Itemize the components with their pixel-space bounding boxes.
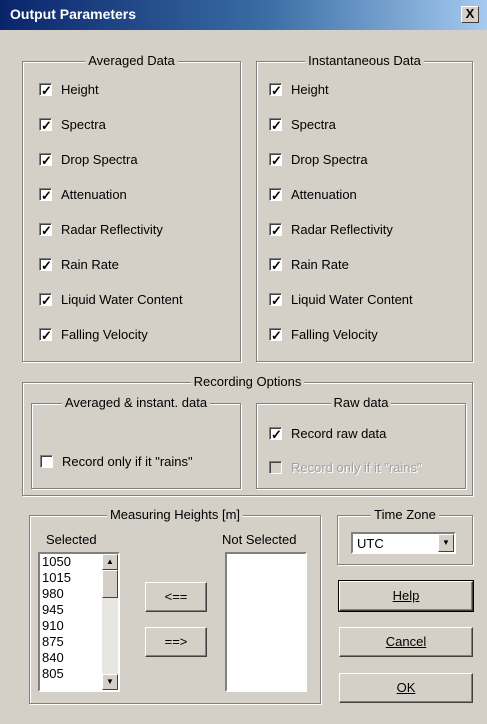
list-scrollbar[interactable]: ▲ ▼ — [102, 554, 118, 690]
cancel-label: Cancel — [385, 634, 427, 649]
help-label: Help — [392, 588, 420, 603]
instantaneous-checkbox-1[interactable]: Spectra — [269, 115, 336, 136]
checkbox-square[interactable] — [269, 256, 282, 276]
checkbox-label: Attenuation — [291, 187, 357, 202]
time-zone-title: Time Zone — [371, 507, 439, 522]
raw-data-title: Raw data — [330, 395, 392, 410]
avg-inst-subgroup: Averaged & instant. data Record only if … — [31, 395, 241, 489]
avg-inst-title: Averaged & instant. data — [61, 395, 211, 410]
checkbox-square[interactable] — [269, 151, 282, 171]
raw-record-only-rains-checkbox: Record only if it "rains" — [269, 458, 422, 478]
recording-options-group: Recording Options Averaged & instant. da… — [22, 374, 473, 496]
checkbox-square[interactable] — [269, 221, 282, 241]
checkbox-square[interactable] — [39, 291, 52, 311]
move-to-selected-button[interactable]: <== — [145, 582, 207, 612]
ok-button[interactable]: OK — [339, 673, 473, 703]
time-zone-select[interactable]: UTC ▼ — [351, 532, 456, 554]
averaged-checkbox-3[interactable]: Attenuation — [39, 185, 127, 206]
checkbox-square[interactable] — [269, 186, 282, 206]
move-to-not-selected-button[interactable]: ==> — [145, 627, 207, 657]
checkbox-square — [269, 461, 282, 474]
checkbox-square[interactable] — [39, 326, 52, 346]
checkbox-label: Falling Velocity — [61, 327, 148, 342]
checkbox-label: Spectra — [61, 117, 106, 132]
measuring-heights-group: Measuring Heights [m] Selected Not Selec… — [29, 507, 321, 704]
close-icon: X — [465, 6, 475, 21]
raw-data-subgroup: Raw data Record raw data Record only if … — [256, 395, 466, 489]
time-zone-group: Time Zone UTC ▼ — [337, 507, 473, 565]
checkbox-square[interactable] — [39, 221, 52, 241]
instantaneous-checkbox-0[interactable]: Height — [269, 80, 329, 101]
not-selected-heights-list[interactable] — [225, 552, 307, 692]
checkbox-square[interactable] — [39, 81, 52, 101]
title-bar: Output Parameters X — [0, 0, 487, 30]
measuring-heights-title: Measuring Heights [m] — [106, 507, 244, 522]
averaged-checkbox-6[interactable]: Liquid Water Content — [39, 290, 183, 311]
checkbox-square[interactable] — [40, 455, 53, 468]
checkbox-label: Radar Reflectivity — [291, 222, 393, 237]
checkbox-label: Falling Velocity — [291, 327, 378, 342]
move-right-label: ==> — [164, 634, 188, 649]
averaged-checkbox-4[interactable]: Radar Reflectivity — [39, 220, 163, 241]
checkbox-label: Attenuation — [61, 187, 127, 202]
scroll-thumb[interactable] — [102, 570, 118, 598]
selected-heights-list[interactable]: 1050 1015 980 945 910 875 840 805 ▲ ▼ — [38, 552, 120, 692]
averaged-data-group: Averaged Data Height Spectra Drop Spectra A… — [22, 53, 241, 362]
checkbox-label: Rain Rate — [61, 257, 119, 272]
checkbox-label: Drop Spectra — [291, 152, 368, 167]
scroll-up-icon[interactable]: ▲ — [102, 554, 118, 570]
checkbox-label: Liquid Water Content — [61, 292, 183, 307]
ok-label: OK — [396, 680, 416, 695]
averaged-data-title: Averaged Data — [85, 53, 178, 68]
selected-label: Selected — [46, 532, 97, 547]
checkbox-square[interactable] — [39, 116, 52, 136]
averaged-checkbox-2[interactable]: Drop Spectra — [39, 150, 138, 171]
checkbox-label: Spectra — [291, 117, 336, 132]
checkbox-square[interactable] — [39, 186, 52, 206]
instantaneous-checkbox-2[interactable]: Drop Spectra — [269, 150, 368, 171]
averaged-checkbox-1[interactable]: Spectra — [39, 115, 106, 136]
cancel-button[interactable]: Cancel — [339, 627, 473, 657]
chevron-down-icon[interactable]: ▼ — [438, 534, 454, 552]
instantaneous-checkbox-5[interactable]: Rain Rate — [269, 255, 349, 276]
instantaneous-checkbox-3[interactable]: Attenuation — [269, 185, 357, 206]
checkbox-label: Liquid Water Content — [291, 292, 413, 307]
record-only-rains-checkbox[interactable]: Record only if it "rains" — [40, 452, 193, 472]
averaged-checkbox-5[interactable]: Rain Rate — [39, 255, 119, 276]
averaged-checkbox-7[interactable]: Falling Velocity — [39, 325, 148, 346]
window-title: Output Parameters — [10, 6, 137, 22]
instantaneous-checkbox-7[interactable]: Falling Velocity — [269, 325, 378, 346]
checkbox-label: Radar Reflectivity — [61, 222, 163, 237]
instantaneous-checkbox-6[interactable]: Liquid Water Content — [269, 290, 413, 311]
time-zone-value: UTC — [357, 536, 384, 551]
close-button[interactable]: X — [461, 6, 479, 23]
instantaneous-checkbox-4[interactable]: Radar Reflectivity — [269, 220, 393, 241]
checkbox-label: Height — [291, 82, 329, 97]
checkbox-label: Rain Rate — [291, 257, 349, 272]
raw-record-only-rains-label: Record only if it "rains" — [291, 460, 422, 475]
checkbox-square[interactable] — [269, 326, 282, 346]
record-only-rains-label: Record only if it "rains" — [62, 454, 193, 469]
recording-options-title: Recording Options — [190, 374, 305, 389]
help-button[interactable]: Help — [338, 580, 474, 612]
checkbox-square[interactable] — [269, 425, 282, 445]
checkbox-square[interactable] — [39, 256, 52, 276]
instantaneous-data-title: Instantaneous Data — [305, 53, 424, 68]
checkbox-square[interactable] — [269, 81, 282, 101]
scroll-down-icon[interactable]: ▼ — [102, 674, 118, 690]
not-selected-label: Not Selected — [222, 532, 297, 547]
instantaneous-data-group: Instantaneous Data Height Spectra Drop Spe… — [256, 53, 473, 362]
checkbox-square[interactable] — [269, 116, 282, 136]
move-left-label: <== — [164, 589, 188, 604]
record-raw-data-checkbox[interactable]: Record raw data — [269, 424, 387, 445]
checkbox-label: Drop Spectra — [61, 152, 138, 167]
record-raw-data-label: Record raw data — [291, 426, 387, 441]
averaged-checkbox-0[interactable]: Height — [39, 80, 99, 101]
checkbox-label: Height — [61, 82, 99, 97]
checkbox-square[interactable] — [39, 151, 52, 171]
checkbox-square[interactable] — [269, 291, 282, 311]
